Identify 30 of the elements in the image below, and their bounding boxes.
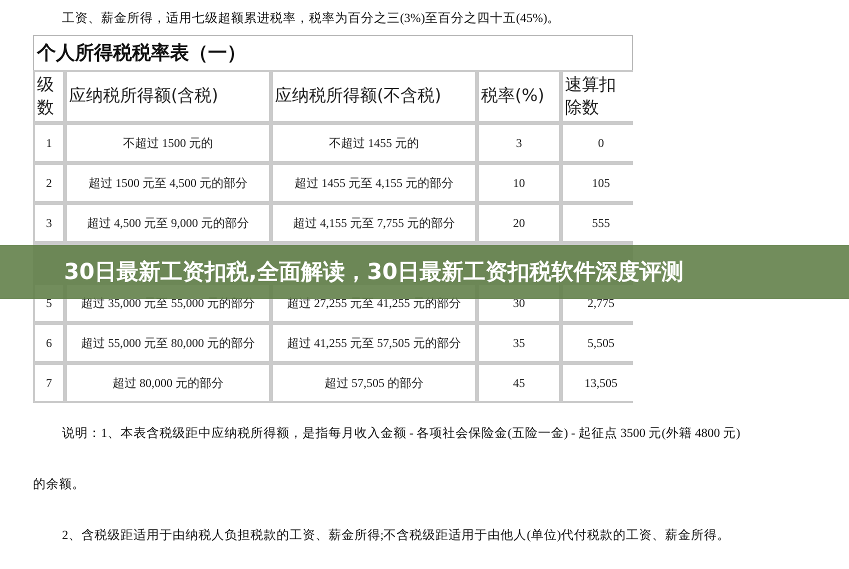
note-text: 2、含税级距适用于由纳税人负担税款的工资、薪金所得;不含税级距适用于由他人(单位)代付税款的工资、薪金所得。 <box>61 527 732 544</box>
table-cell: 超过 41,255 元至 57,505 元的部分 <box>273 325 475 361</box>
table-cell: 20 <box>479 205 559 241</box>
table-cell: 超过 4,155 元至 7,755 元的部分 <box>273 205 475 241</box>
table-cell: 10 <box>479 165 559 201</box>
table-cell: 2 <box>35 165 63 201</box>
table-cell: 不超过 1455 元的 <box>273 125 475 161</box>
column-header: 级数 <box>35 72 63 121</box>
table-cell: 6 <box>35 325 63 361</box>
column-header: 应纳税所得额(含税) <box>67 72 269 121</box>
table-cell: 7 <box>35 365 63 401</box>
table-cell: 超过 4,500 元至 9,000 元的部分 <box>67 205 269 241</box>
banner-title: 30日最新工资扣税,全面解读，30日最新工资扣税软件深度评测 <box>64 258 684 287</box>
table-cell: 3 <box>35 205 63 241</box>
table-cell: 超过 1455 元至 4,155 元的部分 <box>273 165 475 201</box>
column-header: 应纳税所得额(不含税) <box>273 72 475 121</box>
table-cell: 45 <box>479 365 559 401</box>
table-cell: 35 <box>479 325 559 361</box>
note-text: 的余额。 <box>32 476 86 493</box>
table-cell: 超过 57,505 的部分 <box>273 365 475 401</box>
column-header: 税率(%) <box>479 72 559 121</box>
note-text: 说明：1、本表含税级距中应纳税所得额，是指每月收入金额 - 各项社会保险金(五险一金) - 起征点 3500 元(外籍 4800 元) <box>61 425 742 442</box>
table-cell: 超过 80,000 元的部分 <box>67 365 269 401</box>
table-cell: 超过 55,000 元至 80,000 元的部分 <box>67 325 269 361</box>
table-title: 个人所得税税率表（一） <box>33 35 633 70</box>
table-cell: 不超过 1500 元的 <box>67 125 269 161</box>
intro-text: 工资、薪金所得，适用七级超额累进税率，税率为百分之三(3%)至百分之四十五(45%)。 <box>61 10 562 27</box>
table-cell: 超过 1500 元至 4,500 元的部分 <box>67 165 269 201</box>
table-cell: 3 <box>479 125 559 161</box>
table-cell: 1 <box>35 125 63 161</box>
